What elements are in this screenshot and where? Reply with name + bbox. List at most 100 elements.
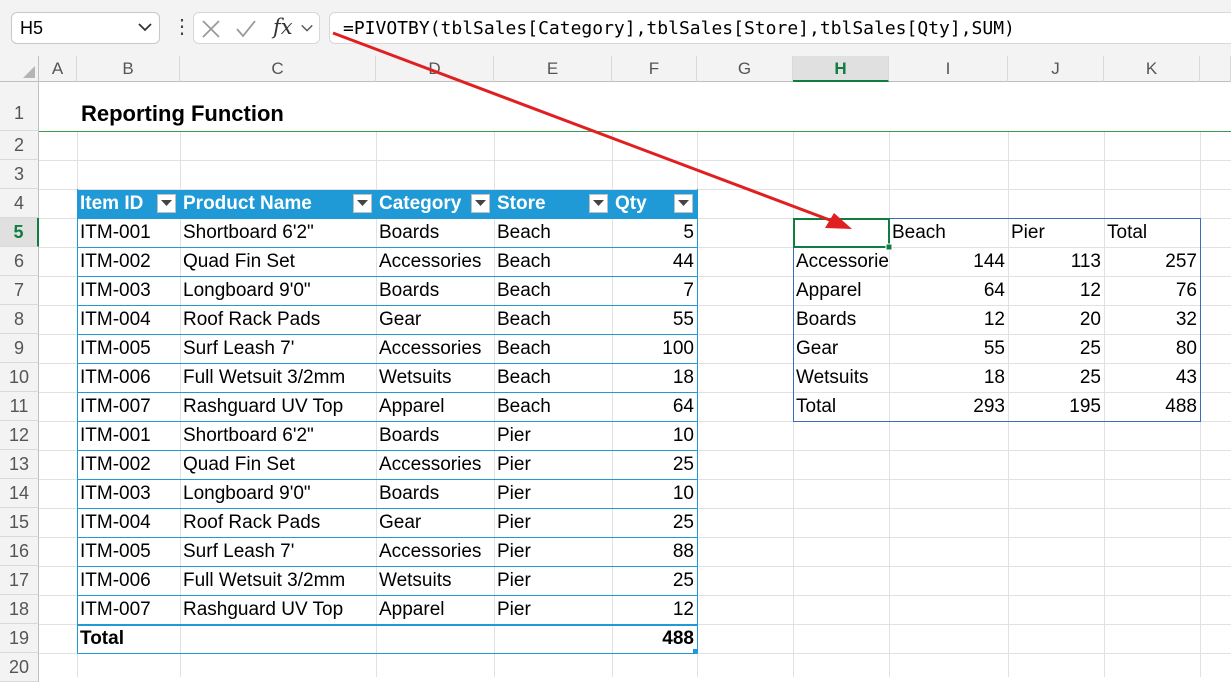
table-cell-category[interactable]: Accessories	[376, 538, 494, 566]
row-header-18[interactable]: 18	[0, 595, 39, 624]
pivot-cell-label[interactable]: Accessories	[793, 248, 889, 276]
pivot-cell-total[interactable]: 488	[1104, 393, 1200, 421]
table-header-store[interactable]: Store	[494, 190, 612, 218]
table-cell-item-id[interactable]: ITM-004	[77, 306, 180, 334]
table-cell-product-name[interactable]: Full Wetsuit 3/2mm	[180, 364, 376, 392]
table-cell-category[interactable]: Apparel	[376, 393, 494, 421]
pivot-cell-beach[interactable]: 293	[889, 393, 1008, 421]
column-header-k[interactable]: K	[1104, 56, 1200, 82]
row-header-13[interactable]: 13	[0, 450, 39, 479]
column-header-e[interactable]: E	[494, 56, 612, 82]
pivot-cell-label[interactable]: Apparel	[793, 277, 889, 305]
pivot-cell-label[interactable]: Total	[793, 393, 889, 421]
pivot-cell-label[interactable]: Wetsuits	[793, 364, 889, 392]
row-header-19[interactable]: 19	[0, 624, 39, 653]
pivot-cell-label[interactable]: Gear	[793, 335, 889, 363]
row-header-16[interactable]: 16	[0, 537, 39, 566]
column-header-b[interactable]: B	[77, 56, 180, 82]
table-cell-qty[interactable]: 5	[612, 219, 697, 247]
table-cell-store[interactable]: Beach	[494, 364, 612, 392]
table-cell-store[interactable]: Pier	[494, 509, 612, 537]
table-cell-category[interactable]: Boards	[376, 480, 494, 508]
table-cell-category[interactable]: Gear	[376, 509, 494, 537]
table-cell-store[interactable]: Beach	[494, 248, 612, 276]
row-header-11[interactable]: 11	[0, 392, 39, 421]
table-cell-store[interactable]: Pier	[494, 567, 612, 595]
table-cell-category[interactable]: Accessories	[376, 335, 494, 363]
row-header-7[interactable]: 7	[0, 276, 39, 305]
filter-dropdown-icon[interactable]	[674, 194, 693, 213]
table-cell-item-id[interactable]: ITM-002	[77, 248, 180, 276]
table-cell-category[interactable]: Apparel	[376, 596, 494, 624]
column-header-a[interactable]: A	[39, 56, 77, 82]
table-total-label[interactable]: Total	[77, 625, 180, 653]
filter-dropdown-icon[interactable]	[157, 194, 176, 213]
table-cell-category[interactable]: Wetsuits	[376, 364, 494, 392]
table-cell-product-name[interactable]: Roof Rack Pads	[180, 306, 376, 334]
table-cell-product-name[interactable]: Full Wetsuit 3/2mm	[180, 567, 376, 595]
select-all-corner[interactable]	[0, 56, 39, 82]
pivot-cell-pier[interactable]: 12	[1008, 277, 1104, 305]
table-cell-qty[interactable]: 10	[612, 480, 697, 508]
table-cell-store[interactable]: Beach	[494, 335, 612, 363]
table-cell-item-id[interactable]: ITM-001	[77, 422, 180, 450]
column-header-next[interactable]	[1200, 56, 1231, 82]
insert-function-icon[interactable]: fx	[273, 15, 293, 39]
table-cell-store[interactable]: Pier	[494, 480, 612, 508]
pivot-cell-beach[interactable]: 144	[889, 248, 1008, 276]
table-cell-category[interactable]: Accessories	[376, 451, 494, 479]
table-cell-item-id[interactable]: ITM-003	[77, 277, 180, 305]
table-cell-qty[interactable]: 25	[612, 509, 697, 537]
table-cell-item-id[interactable]: ITM-001	[77, 219, 180, 247]
table-cell-store[interactable]: Beach	[494, 277, 612, 305]
table-cell-store[interactable]: Pier	[494, 596, 612, 624]
table-cell-category[interactable]: Boards	[376, 219, 494, 247]
table-cell-item-id[interactable]: ITM-007	[77, 393, 180, 421]
pivot-cell-pier[interactable]: 20	[1008, 306, 1104, 334]
filter-dropdown-icon[interactable]	[471, 194, 490, 213]
table-cell-product-name[interactable]: Surf Leash 7'	[180, 335, 376, 363]
table-cell-item-id[interactable]: ITM-003	[77, 480, 180, 508]
filter-dropdown-icon[interactable]	[353, 194, 372, 213]
table-cell-item-id[interactable]: ITM-005	[77, 335, 180, 363]
table-cell-item-id[interactable]: ITM-004	[77, 509, 180, 537]
column-header-f[interactable]: F	[612, 56, 697, 82]
table-cell-qty[interactable]: 44	[612, 248, 697, 276]
row-header-20[interactable]: 20	[0, 653, 39, 682]
table-cell-qty[interactable]: 25	[612, 451, 697, 479]
enter-check-icon[interactable]	[235, 19, 257, 44]
row-header-3[interactable]: 3	[0, 160, 39, 189]
table-cell-qty[interactable]: 25	[612, 567, 697, 595]
table-header-product-name[interactable]: Product Name	[180, 190, 376, 218]
table-cell-product-name[interactable]: Surf Leash 7'	[180, 538, 376, 566]
table-cell-category[interactable]: Accessories	[376, 248, 494, 276]
table-cell-qty[interactable]: 10	[612, 422, 697, 450]
table-cell-qty[interactable]: 55	[612, 306, 697, 334]
column-header-h[interactable]: H	[793, 56, 889, 82]
table-header-category[interactable]: Category	[376, 190, 494, 218]
table-header-qty[interactable]: Qty	[612, 190, 697, 218]
row-header-5[interactable]: 5	[0, 218, 39, 247]
row-header-12[interactable]: 12	[0, 421, 39, 450]
pivot-cell-beach[interactable]: 64	[889, 277, 1008, 305]
table-cell-store[interactable]: Pier	[494, 538, 612, 566]
pivot-cell-label[interactable]: Boards	[793, 306, 889, 334]
cancel-x-icon[interactable]	[201, 19, 221, 44]
table-cell-product-name[interactable]: Rashguard UV Top	[180, 393, 376, 421]
table-total-value[interactable]: 488	[612, 625, 697, 653]
table-cell-store[interactable]: Beach	[494, 393, 612, 421]
table-cell-item-id[interactable]: ITM-002	[77, 451, 180, 479]
pivot-cell-total[interactable]: 32	[1104, 306, 1200, 334]
table-cell-product-name[interactable]: Shortboard 6'2"	[180, 219, 376, 247]
table-cell-store[interactable]: Beach	[494, 219, 612, 247]
table-cell-item-id[interactable]: ITM-005	[77, 538, 180, 566]
table-cell-item-id[interactable]: ITM-007	[77, 596, 180, 624]
row-header-15[interactable]: 15	[0, 508, 39, 537]
table-cell-product-name[interactable]: Quad Fin Set	[180, 451, 376, 479]
row-header-17[interactable]: 17	[0, 566, 39, 595]
row-header-1[interactable]: 1	[0, 82, 39, 131]
row-header-14[interactable]: 14	[0, 479, 39, 508]
table-cell-category[interactable]: Gear	[376, 306, 494, 334]
table-cell-product-name[interactable]: Longboard 9'0"	[180, 277, 376, 305]
row-header-9[interactable]: 9	[0, 334, 39, 363]
